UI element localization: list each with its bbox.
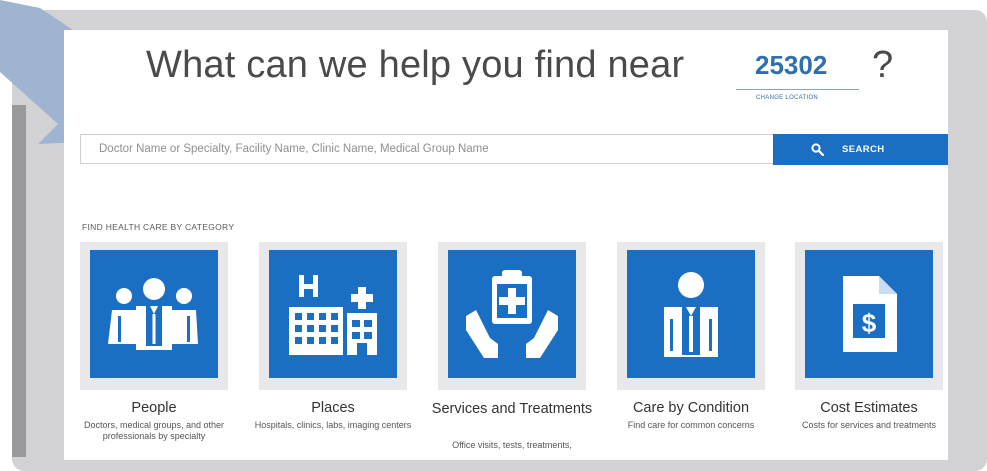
category-tile[interactable] [438,242,586,390]
category-description: Office visits, tests, treatments, [452,440,572,450]
search-button[interactable]: SEARCH [773,134,948,165]
category-tile[interactable]: $ [795,242,943,390]
category-card-condition[interactable]: Care by Condition Find care for common c… [617,242,765,460]
svg-text:$: $ [862,308,877,338]
page-title: What can we help you find near [146,44,685,86]
category-title[interactable]: Services and Treatments [418,400,606,419]
zip-underline [736,89,859,90]
question-mark: ? [872,44,894,86]
category-tile[interactable] [80,242,228,390]
side-strip [12,105,26,457]
category-description: Costs for services and treatments [801,420,937,430]
search-icon [811,143,824,156]
category-card-cost[interactable]: $ Cost Estimates Costs for services and … [795,242,943,460]
dollar-document-icon: $ [843,276,897,352]
clipboard-hands-icon [466,270,558,358]
category-description: Hospitals, clinics, labs, imaging center… [254,420,412,430]
category-title[interactable]: Care by Condition [597,400,785,416]
people-icon [108,278,198,350]
category-description: Doctors, medical groups, and other profe… [83,420,225,441]
zip-code[interactable]: 25302 [755,50,827,81]
category-title[interactable]: People [64,400,248,416]
category-tile[interactable] [617,242,765,390]
search-input[interactable] [80,134,774,164]
category-card-services[interactable]: Services and Treatments Office visits, t… [432,242,592,460]
category-heading: FIND HEALTH CARE BY CATEGORY [82,222,235,232]
change-location-link[interactable]: CHANGE LOCATION [756,95,818,101]
doctor-icon [664,272,718,357]
buildings-icon [289,275,377,355]
search-button-label: SEARCH [842,144,885,155]
category-title[interactable]: Cost Estimates [775,400,948,416]
category-card-places[interactable]: Places Hospitals, clinics, labs, imaging… [255,242,411,460]
category-description: Find care for common concerns [627,420,755,430]
category-title[interactable]: Places [239,400,427,416]
find-care-panel: What can we help you find near 25302 ? C… [64,30,948,460]
category-tile[interactable] [259,242,407,390]
category-card-people[interactable]: People Doctors, medical groups, and othe… [80,242,228,460]
